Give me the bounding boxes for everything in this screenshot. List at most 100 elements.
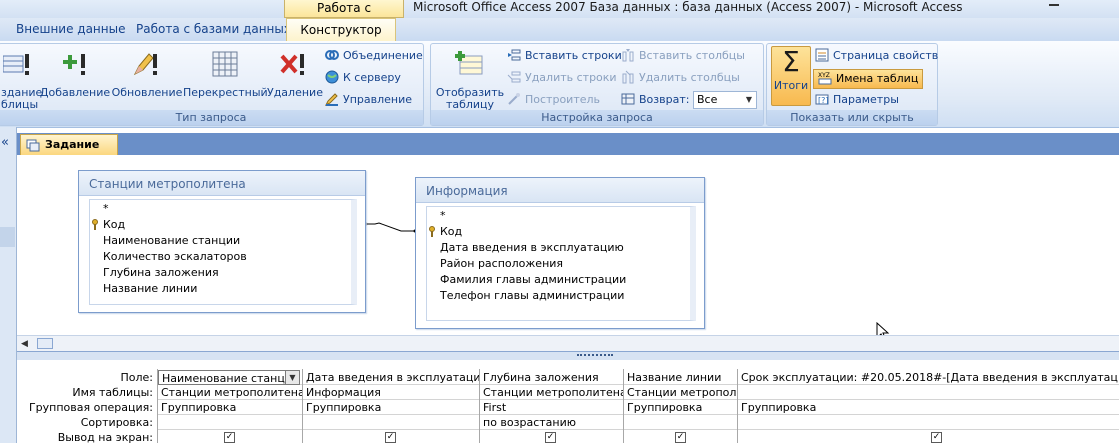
table-names-icon: XYZ [818, 72, 832, 85]
field-list-item[interactable]: Глубина заложения [103, 265, 219, 281]
make-table-button[interactable]: здание блицы [0, 46, 42, 111]
field-list-item[interactable]: Фамилия главы администрации [440, 272, 626, 288]
field-list-item[interactable]: Наименование станции [103, 233, 240, 249]
globe-icon [325, 70, 339, 84]
grid-show-checkbox[interactable]: ✓ [545, 432, 556, 443]
delete-rows-button[interactable]: Удалить строки [507, 69, 617, 87]
grid-cell-total[interactable]: Группировка [158, 400, 302, 415]
minimize-icon[interactable] [1049, 0, 1059, 8]
insert-columns-button[interactable]: Вставить столбцы [621, 47, 745, 65]
splitter-grip-icon [577, 354, 613, 358]
grid-cell-table[interactable]: Станции метрополитена [158, 385, 302, 400]
builder-button[interactable]: Построитель [507, 91, 600, 109]
grid-cell-sort[interactable] [158, 415, 302, 430]
delete-columns-icon [622, 70, 634, 84]
scroll-thumb[interactable] [37, 338, 53, 349]
data-definition-label: Управление [343, 93, 413, 106]
grid-show-checkbox[interactable]: ✓ [931, 432, 942, 443]
delete-columns-button[interactable]: Удалить столбцы [621, 69, 740, 87]
append-label: Добавление [39, 86, 111, 99]
tab-design[interactable]: Конструктор [286, 18, 396, 41]
group-label-show-hide: Показать или скрыть [767, 110, 937, 125]
union-button[interactable]: Объединение [325, 47, 423, 65]
data-definition-button[interactable]: Управление [325, 91, 412, 109]
grid-cell-total[interactable]: Группировка [303, 400, 479, 415]
horizontal-scrollbar[interactable]: ◀ [17, 335, 1119, 352]
pass-through-button[interactable]: К серверу [325, 69, 401, 87]
delete-columns-label: Удалить столбцы [639, 71, 740, 84]
grid-cell-total[interactable]: Группировка [624, 400, 737, 415]
field-list-item[interactable]: Телефон главы администрации [440, 288, 624, 304]
nav-collapse-icon[interactable]: « [1, 135, 9, 150]
field-list-item[interactable]: Количество эскалаторов [103, 249, 247, 265]
pencil-icon [133, 53, 157, 76]
append-button[interactable]: Добавление [39, 46, 111, 99]
nav-item[interactable] [0, 227, 15, 247]
property-sheet-icon [815, 48, 829, 62]
grid-cell-total[interactable]: Группировка [738, 400, 1118, 415]
return-select[interactable]: Все ▼ [693, 91, 757, 109]
crosstab-button[interactable]: Перекрестный [183, 46, 268, 99]
field-list-item[interactable]: Код [440, 224, 462, 240]
field-dropdown-chevron-icon[interactable]: ▼ [285, 370, 300, 385]
grid-cell-field[interactable]: Дата введения в эксплуатацию [303, 370, 479, 385]
return-select-value: Все [697, 93, 718, 106]
relationship-join-line[interactable] [363, 221, 419, 235]
tab-database-tools[interactable]: Работа с базами данных [136, 18, 291, 41]
grid-cell-field[interactable]: Название линии [624, 370, 737, 385]
parameters-button[interactable]: [?] Параметры [815, 91, 899, 109]
insert-rows-button[interactable]: Вставить строки [507, 47, 622, 65]
grid-show-checkbox[interactable]: ✓ [675, 432, 686, 443]
property-sheet-button[interactable]: Страница свойств [815, 47, 938, 65]
builder-label: Построитель [525, 93, 601, 106]
tab-external-data[interactable]: Внешние данные [16, 18, 125, 41]
field-list-item[interactable]: * [440, 208, 446, 224]
grid-show-checkbox[interactable]: ✓ [224, 432, 235, 443]
grid-cell-sort[interactable] [303, 415, 479, 430]
union-icon [325, 50, 339, 60]
table-title-information[interactable]: Информация [416, 178, 704, 203]
table-box-information[interactable]: Информация * Код Дата введения в эксплуа… [415, 177, 705, 329]
ribbon-tabs: Внешние данные Работа с базами данных Ко… [0, 18, 1119, 41]
field-list-item[interactable]: Код [103, 217, 125, 233]
query-design-grid[interactable]: Поле: Имя таблицы: Групповая операция: С… [17, 360, 1119, 444]
grid-cell-sort[interactable]: по возрастанию [480, 415, 623, 430]
grid-cell-field[interactable]: Наименование станци [158, 370, 286, 385]
group-query-type: здание блицы Добавление Обновление Перек… [0, 43, 424, 126]
grid-cell-table[interactable] [738, 385, 1118, 400]
field-list-item[interactable]: Район расположения [440, 256, 563, 272]
grid-show-checkbox[interactable]: ✓ [385, 432, 396, 443]
field-list-item[interactable]: Название линии [103, 281, 197, 297]
totals-button[interactable]: Σ Итоги [771, 46, 811, 106]
grid-cell-sort[interactable] [738, 415, 1118, 430]
return-icon [621, 93, 635, 105]
group-label-query-type: Тип запроса [0, 110, 423, 125]
table-box-stations[interactable]: Станции метрополитена * Код Наименование… [78, 170, 366, 313]
grid-cell-table[interactable]: Информация [303, 385, 479, 400]
svg-text:[?]: [?] [818, 96, 829, 105]
grid-cell-field[interactable]: Срок эксплуатации: #20.05.2018#-[Дата вв… [738, 370, 1118, 385]
group-label-query-setup: Настройка запроса [431, 110, 763, 125]
grid-cell-table[interactable]: Станции метрополитена [624, 385, 737, 400]
context-tab-query-tools[interactable]: Работа с запросами [284, 0, 404, 31]
navigation-pane-collapsed[interactable]: « [0, 127, 17, 443]
table-title-stations[interactable]: Станции метрополитена [79, 171, 365, 196]
update-button[interactable]: Обновление [111, 46, 183, 99]
crosstab-icon [212, 51, 238, 77]
table-names-button[interactable]: XYZ Имена таблиц [813, 69, 924, 89]
query-design-area[interactable]: Станции метрополитена * Код Наименование… [17, 155, 1119, 342]
grid-cell-total[interactable]: First [480, 400, 623, 415]
grid-row-label-field: Поле: [120, 371, 153, 384]
group-show-hide: Σ Итоги Страница свойств XYZ Имена таблиц… [766, 43, 938, 126]
delete-button[interactable]: Удаление [267, 46, 323, 99]
tab-query-zadanie-13[interactable]: Задание 13 [20, 134, 118, 171]
pass-through-label: К серверу [343, 71, 401, 84]
grid-cell-field[interactable]: Глубина заложения [480, 370, 623, 385]
field-list-item[interactable]: * [103, 201, 109, 217]
show-table-button[interactable]: Отобразить таблицу [435, 46, 505, 111]
grid-cell-sort[interactable] [624, 415, 737, 430]
scroll-left-icon[interactable]: ◀ [21, 339, 28, 349]
insert-rows-icon [508, 49, 521, 61]
field-list-item[interactable]: Дата введения в эксплуатацию [440, 240, 624, 256]
grid-cell-table[interactable]: Станции метрополитена [480, 385, 623, 400]
